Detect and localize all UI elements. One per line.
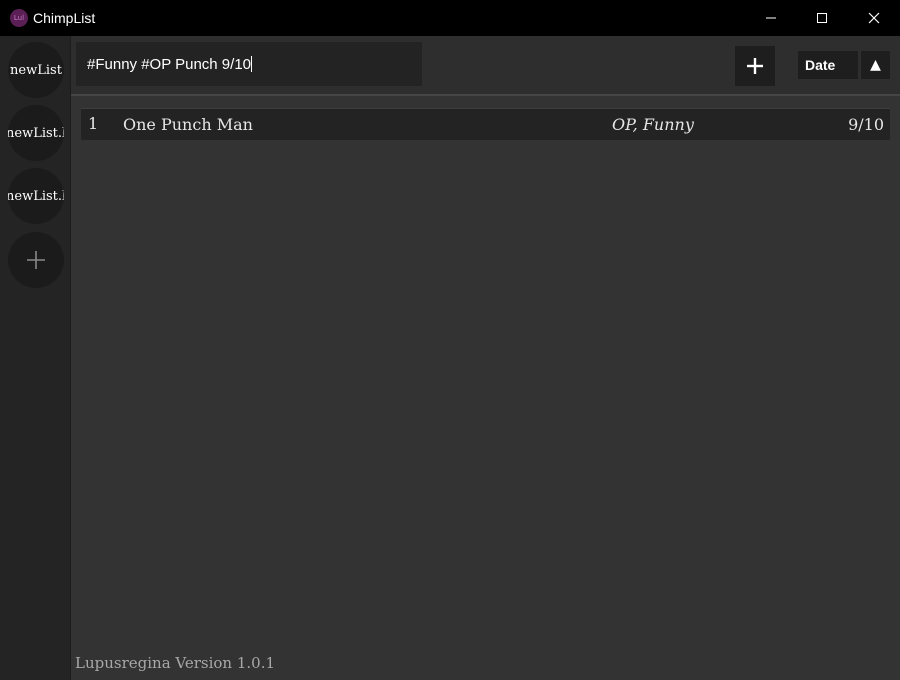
version-label: Lupusregina Version 1.0.1 [75, 654, 276, 672]
search-input-value: #Funny #OP Punch 9/10 [87, 55, 252, 73]
minimize-icon [766, 17, 776, 19]
maximize-button[interactable] [797, 0, 847, 36]
app-logo-icon: Lul [10, 9, 28, 27]
text-caret [251, 56, 253, 72]
sidebar-list-label: newList [10, 62, 62, 78]
entry-tags: OP, Funny [612, 115, 694, 134]
add-entry-button[interactable] [735, 46, 775, 86]
sidebar-list-item[interactable]: newList.b [8, 105, 64, 161]
entry-row[interactable]: 1 One Punch Man OP, Funny 9/10 [81, 108, 890, 140]
entry-name: One Punch Man [123, 115, 253, 134]
toolbar: #Funny #OP Punch 9/10 Date ▲ [71, 36, 900, 96]
plus-icon [747, 58, 763, 74]
close-button[interactable] [849, 0, 899, 36]
close-icon [868, 12, 880, 24]
entry-number: 1 [88, 114, 99, 133]
sidebar-list-item[interactable]: newList.b [8, 168, 64, 224]
sort-ascending-icon: ▲ [870, 57, 881, 73]
sort-direction-button[interactable]: ▲ [861, 51, 890, 79]
app-logo-text: Lul [13, 14, 25, 22]
title-bar: Lul ChimpList [0, 0, 900, 36]
sort-field-label: Date [805, 57, 836, 73]
plus-icon [27, 251, 45, 269]
entry-rating: 9/10 [848, 115, 884, 134]
entry-list: 1 One Punch Man OP, Funny 9/10 [81, 108, 890, 140]
list-sidebar: newList newList.b newList.b [0, 36, 71, 680]
window-title: ChimpList [33, 10, 96, 26]
main-panel: #Funny #OP Punch 9/10 Date ▲ 1 One Punch… [71, 36, 900, 680]
sort-field-select[interactable]: Date [798, 51, 858, 79]
sidebar-list-label: newList.b [8, 188, 64, 204]
search-input[interactable]: #Funny #OP Punch 9/10 [76, 42, 422, 86]
add-list-button[interactable] [8, 232, 64, 288]
maximize-icon [817, 13, 827, 23]
sidebar-list-label: newList.b [8, 125, 64, 141]
sidebar-list-item[interactable]: newList [8, 42, 64, 98]
minimize-button[interactable] [746, 0, 796, 36]
